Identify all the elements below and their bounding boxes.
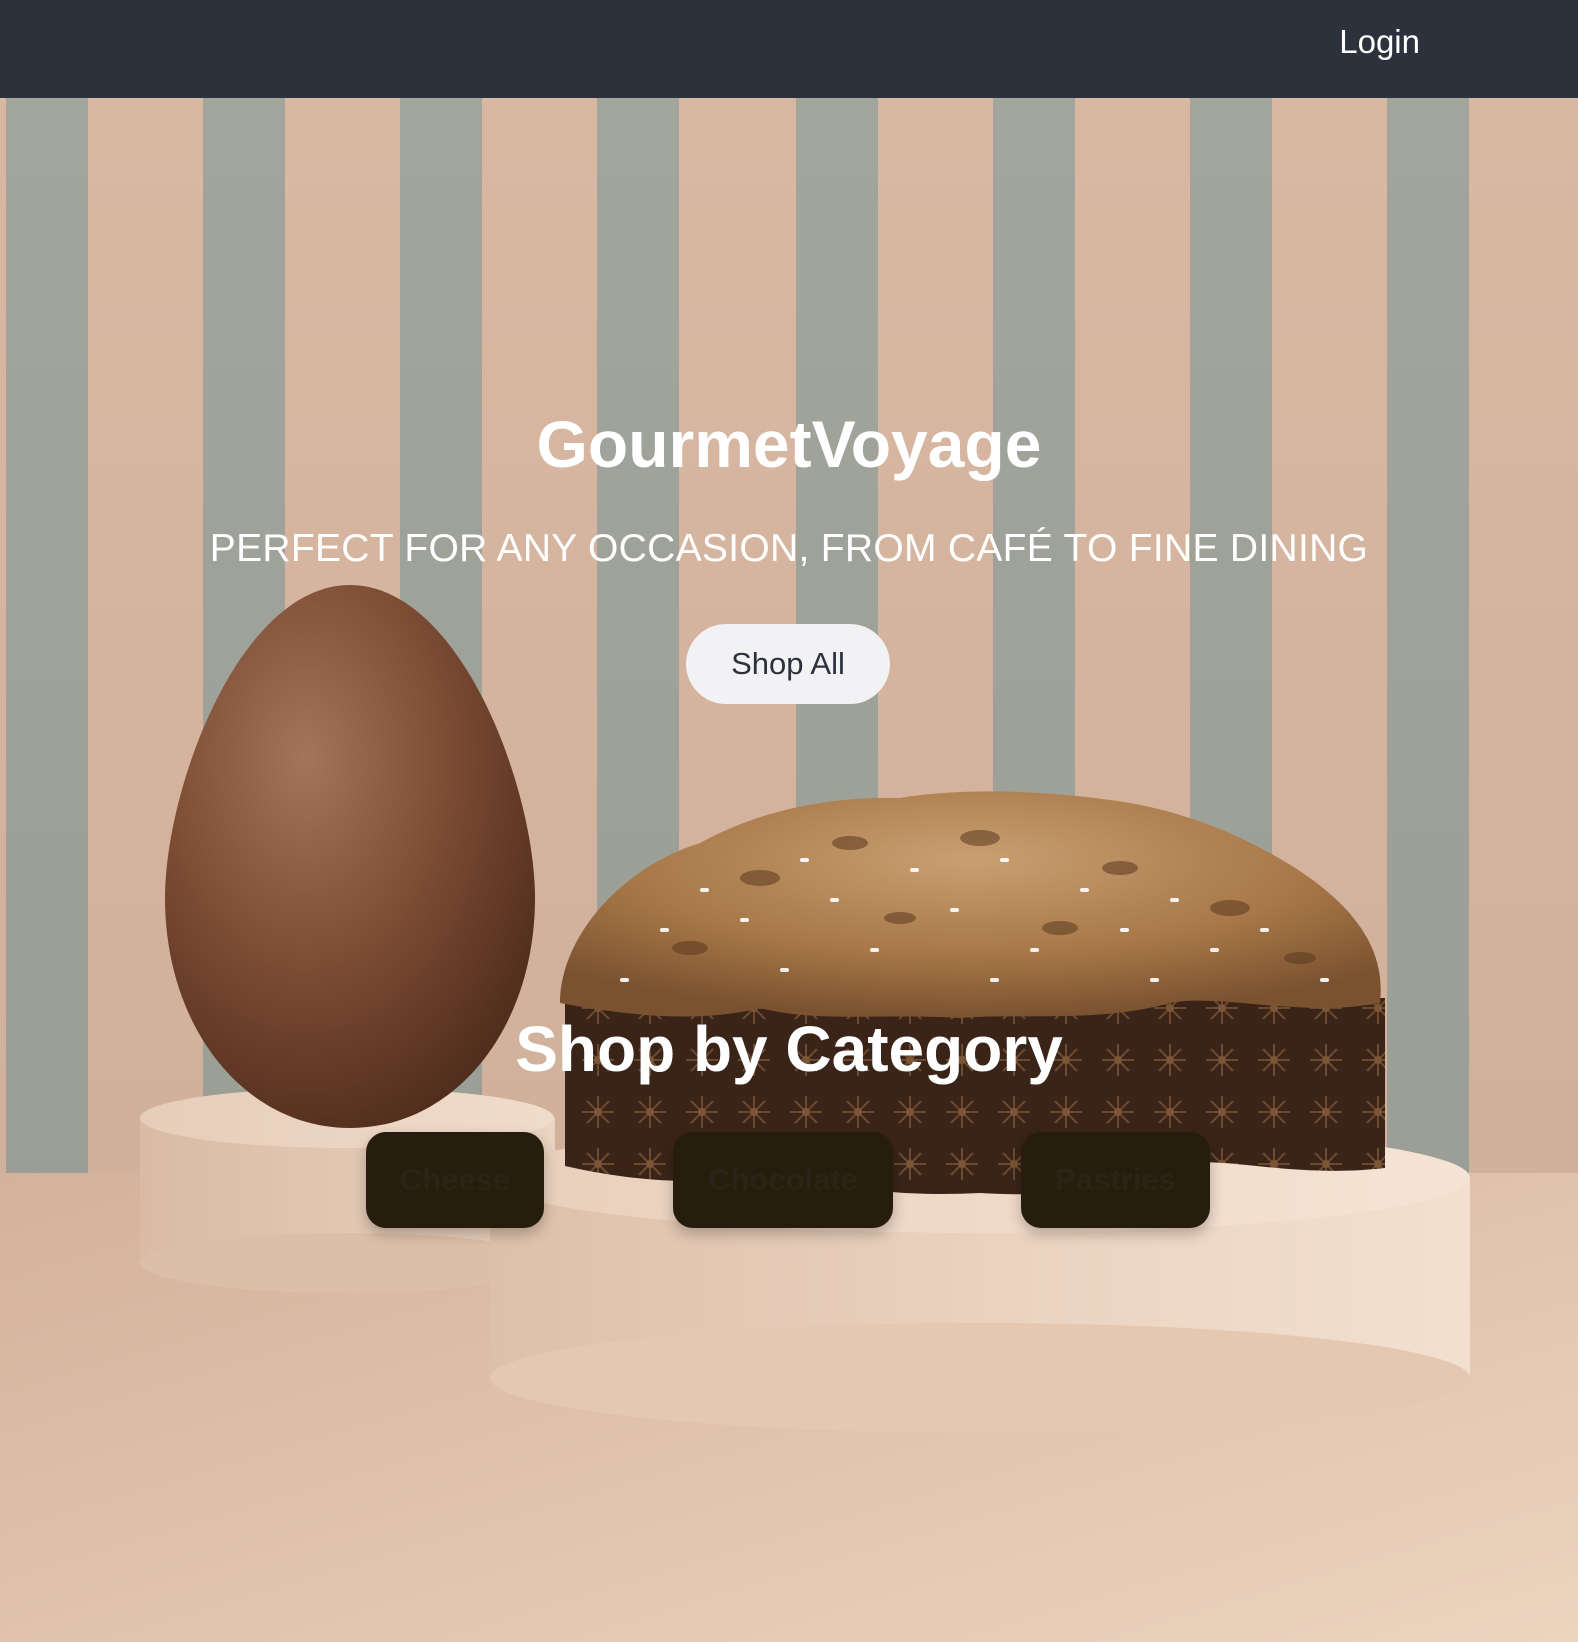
category-cheese-button[interactable]: Cheese [366,1132,544,1228]
brand-title: GourmetVoyage [536,407,1042,481]
category-pastries-button[interactable]: Pastries [1021,1132,1210,1228]
hero-section: GourmetVoyage PERFECT FOR ANY OCCASION, … [0,98,1578,1642]
login-link[interactable]: Login [1339,22,1420,62]
category-chocolate-button[interactable]: Chocolate [673,1132,893,1228]
shop-by-category-heading: Shop by Category [515,1013,1063,1085]
top-navbar: Login [0,0,1578,98]
hero-tagline: PERFECT FOR ANY OCCASION, FROM CAFÉ TO F… [209,527,1369,570]
shop-all-button[interactable]: Shop All [686,624,890,704]
hero-content: GourmetVoyage PERFECT FOR ANY OCCASION, … [0,98,1578,1642]
